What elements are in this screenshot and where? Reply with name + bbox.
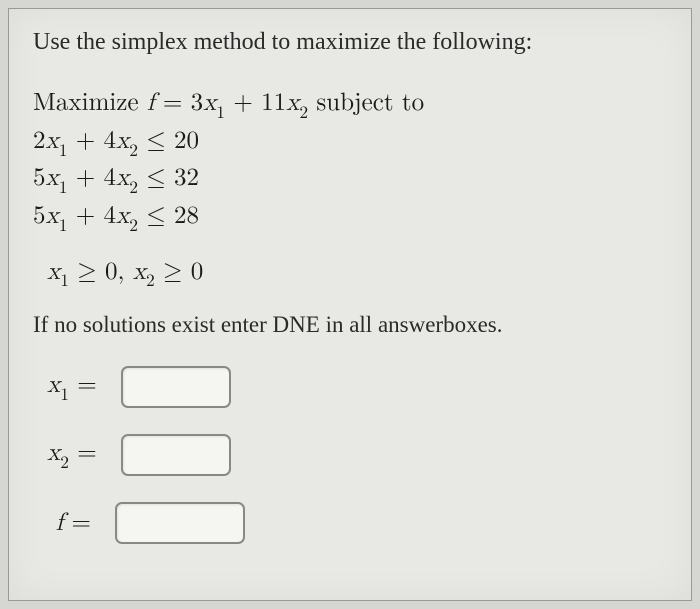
f-input[interactable] [115,502,245,544]
answer-row-f: f = [33,502,667,544]
coef-3: 3 [191,90,204,115]
c3-s2: 2 [129,218,138,235]
constraint-3: 5x1 + 4x2 ≤ 28 [33,199,667,237]
x2-label: x2 = [47,438,109,472]
c3-rhs: ≤ 28 [138,203,199,228]
coef-11: + 11 [225,90,286,115]
x2-sub: 2 [60,455,69,472]
x1-sub: 1 [60,387,69,404]
c3-x1: x [46,203,59,228]
x1-var: x [47,372,60,397]
f-var: f [147,90,155,115]
c2-coef-b: + 4 [67,165,116,190]
f-var-label: f [56,510,64,535]
subject-to: subject to [308,90,424,115]
nonnegativity-constraints: x1 ≥ 0, x2 ≥ 0 [47,255,667,293]
objective-line: Maximize f = 3x1 + 11x2 subject to [33,86,667,124]
instruction-text: Use the simplex method to maximize the f… [33,27,667,58]
answer-row-x2: x2 = [33,434,667,476]
c2-coef-a: 5 [33,165,46,190]
f-label: f = [47,508,103,538]
c3-coef-b: + 4 [67,203,116,228]
c2-rhs: ≤ 32 [138,165,199,190]
x2-var: x [47,440,60,465]
x1-input[interactable] [121,366,231,408]
c1-s1: 1 [59,143,68,160]
x2-eq: = [77,440,96,465]
x2-input[interactable] [121,434,231,476]
x1-eq: = [77,372,96,397]
c3-x2: x [116,203,129,228]
c2-x2: x [116,165,129,190]
c1-coef-b: + 4 [67,128,116,153]
nn-s1: 1 [60,273,69,290]
c1-x2: x [116,128,129,153]
c3-s1: 1 [59,218,68,235]
sub-2: 2 [299,105,308,122]
c2-s1: 1 [59,180,68,197]
x-var-2: x [286,90,299,115]
f-eq: = [72,510,91,535]
nn-ge-0-comma: ≥ 0, [69,259,133,284]
c1-x1: x [46,128,59,153]
c2-x1: x [46,165,59,190]
eq-sign: = [155,90,191,115]
problem-statement: Maximize f = 3x1 + 11x2 subject to 2x1 +… [33,86,667,237]
x1-label: x1 = [47,370,109,404]
nn-ge-0: ≥ 0 [155,259,204,284]
c1-rhs: ≤ 20 [138,128,199,153]
x-var: x [203,90,216,115]
sub-1: 1 [216,105,225,122]
c1-coef-a: 2 [33,128,46,153]
c1-s2: 2 [129,143,138,160]
dne-note: If no solutions exist enter DNE in all a… [33,310,667,340]
constraint-2: 5x1 + 4x2 ≤ 32 [33,161,667,199]
worksheet-paper: Use the simplex method to maximize the f… [8,8,692,601]
nn-s2: 2 [146,273,155,290]
nn-x1: x [47,259,60,284]
constraint-1: 2x1 + 4x2 ≤ 20 [33,124,667,162]
c2-s2: 2 [129,180,138,197]
c3-coef-a: 5 [33,203,46,228]
maximize-word: Maximize [33,90,147,115]
answer-row-x1: x1 = [33,366,667,408]
nn-x2: x [133,259,146,284]
